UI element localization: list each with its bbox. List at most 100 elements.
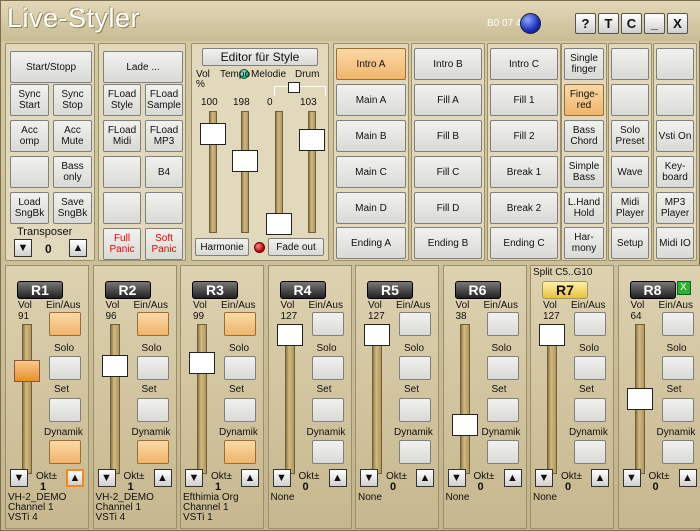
style-button-har-mony[interactable]: Har- mony xyxy=(564,227,604,259)
octave-up-button[interactable]: ▲ xyxy=(241,469,259,487)
file-button-b4[interactable]: B4 xyxy=(145,156,183,188)
style-button-fill-1[interactable]: Fill 1 xyxy=(490,84,558,116)
file-button-blank[interactable] xyxy=(145,192,183,224)
style-button-bass-chord[interactable]: Bass Chord xyxy=(564,120,604,152)
octave-down-button[interactable]: ▼ xyxy=(10,469,28,487)
style-button-main-a[interactable]: Main A xyxy=(336,84,406,116)
file-button-fload-midi[interactable]: FLoad Midi xyxy=(103,120,141,152)
style-button-mp3-player[interactable]: MP3 Player xyxy=(656,192,694,224)
octave-down-button[interactable]: ▼ xyxy=(447,469,466,487)
octave-up-button[interactable]: ▲ xyxy=(503,469,522,487)
channel-name-r5[interactable]: R5 xyxy=(367,281,413,299)
channel-name-r4[interactable]: R4 xyxy=(279,281,326,299)
style-button-main-d[interactable]: Main D xyxy=(336,192,406,224)
style-editor-title[interactable]: Editor für Style xyxy=(202,48,318,66)
control-button-sync-start[interactable]: Sync Start xyxy=(10,84,49,116)
style-button-fill-a[interactable]: Fill A xyxy=(414,84,482,116)
minimize-button[interactable]: _ xyxy=(644,13,665,34)
channel-name-r7[interactable]: R7 xyxy=(542,281,588,299)
set-button[interactable] xyxy=(661,398,694,422)
octave-up-button[interactable]: ▲ xyxy=(591,469,609,487)
dynamik-button[interactable] xyxy=(574,440,606,464)
volume-thumb[interactable] xyxy=(364,324,390,346)
octave-down-button[interactable]: ▼ xyxy=(360,469,378,487)
solo-button[interactable] xyxy=(224,356,256,380)
ein-aus-toggle[interactable] xyxy=(136,312,169,336)
set-button[interactable] xyxy=(311,398,344,422)
octave-down-button[interactable]: ▼ xyxy=(535,469,553,487)
fade-out-button[interactable]: Fade out xyxy=(268,238,324,256)
title-bar[interactable]: Live-Styler B0 07 40 ? T C _ X xyxy=(1,1,700,41)
set-button[interactable] xyxy=(486,398,519,422)
ein-aus-toggle[interactable] xyxy=(574,312,606,336)
solo-button[interactable] xyxy=(661,356,694,380)
style-button-finge-red[interactable]: Finge- red xyxy=(564,84,604,116)
style-button-fill-2[interactable]: Fill 2 xyxy=(490,120,558,152)
channel-name-r8[interactable]: R8 xyxy=(629,281,676,299)
octave-up-button[interactable]: ▲ xyxy=(416,469,434,487)
channel-name-r1[interactable]: R1 xyxy=(17,281,63,299)
volume-track[interactable] xyxy=(109,324,120,474)
ein-aus-toggle[interactable] xyxy=(661,312,694,336)
octave-up-button[interactable]: ▲ xyxy=(328,469,347,487)
file-button-fload-style[interactable]: FLoad Style xyxy=(103,84,141,116)
channel-name-r3[interactable]: R3 xyxy=(192,281,238,299)
style-button-intro-b[interactable]: Intro B xyxy=(414,48,482,80)
channel-name-r6[interactable]: R6 xyxy=(454,281,501,299)
volume-thumb[interactable] xyxy=(276,324,303,346)
file-button-fload-sample[interactable]: FLoad Sample xyxy=(145,84,183,116)
octave-down-button[interactable]: ▼ xyxy=(272,469,291,487)
style-button-main-b[interactable]: Main B xyxy=(336,120,406,152)
solo-button[interactable] xyxy=(311,356,344,380)
file-button-lade[interactable]: Lade ... xyxy=(103,51,183,83)
ein-aus-toggle[interactable] xyxy=(224,312,256,336)
file-button-soft-panic[interactable]: Soft Panic xyxy=(145,228,183,260)
close-button[interactable]: X xyxy=(667,13,688,34)
volume-thumb[interactable] xyxy=(451,413,478,436)
channel-remove-icon[interactable]: X xyxy=(676,281,691,295)
octave-down-button[interactable]: ▼ xyxy=(97,469,116,487)
channel-name-r2[interactable]: R2 xyxy=(104,281,151,299)
control-button-blank[interactable] xyxy=(10,156,49,188)
style-button-vsti-on[interactable]: Vsti On xyxy=(656,120,694,152)
volume-thumb[interactable] xyxy=(189,352,215,375)
control-button-acc-omp[interactable]: Acc omp xyxy=(10,120,49,152)
slider-thumb-vol[interactable] xyxy=(200,123,226,146)
volume-track[interactable] xyxy=(284,324,295,474)
ein-aus-toggle[interactable] xyxy=(311,312,344,336)
octave-up-button[interactable]: ▲ xyxy=(153,469,172,487)
style-button-main-c[interactable]: Main C xyxy=(336,156,406,188)
octave-down-button[interactable]: ▼ xyxy=(622,469,641,487)
volume-track[interactable] xyxy=(22,324,32,474)
style-button-wave[interactable]: Wave xyxy=(611,156,649,188)
dynamik-button[interactable] xyxy=(224,440,256,464)
control-button-save-sngbk[interactable]: Save SngBk xyxy=(53,192,92,224)
style-button-l-hand-hold[interactable]: L.Hand Hold xyxy=(564,192,604,224)
style-button-fill-c[interactable]: Fill C xyxy=(414,156,482,188)
dynamik-button[interactable] xyxy=(311,440,344,464)
file-button-blank[interactable] xyxy=(103,156,141,188)
style-button-ending-a[interactable]: Ending A xyxy=(336,227,406,259)
style-button-single-finger[interactable]: Single finger xyxy=(564,48,604,80)
ein-aus-toggle[interactable] xyxy=(486,312,519,336)
dynamik-button[interactable] xyxy=(49,440,81,464)
drum-toggle[interactable] xyxy=(288,82,300,93)
style-button-ending-b[interactable]: Ending B xyxy=(414,227,482,259)
solo-button[interactable] xyxy=(49,356,81,380)
solo-button[interactable] xyxy=(486,356,519,380)
volume-track[interactable] xyxy=(547,324,557,474)
transpose-up-button[interactable]: ▲ xyxy=(69,239,87,257)
volume-track[interactable] xyxy=(459,324,470,474)
file-button-fload-mp3[interactable]: FLoad MP3 xyxy=(145,120,183,152)
style-button-intro-c[interactable]: Intro C xyxy=(490,48,558,80)
octave-up-button[interactable]: ▲ xyxy=(66,469,84,487)
volume-track[interactable] xyxy=(197,324,207,474)
octave-down-button[interactable]: ▼ xyxy=(185,469,203,487)
style-button-midi-io[interactable]: Midi IO xyxy=(656,227,694,259)
style-button-solo-preset[interactable]: Solo Preset xyxy=(611,120,649,152)
file-button-blank[interactable] xyxy=(103,192,141,224)
ein-aus-toggle[interactable] xyxy=(399,312,431,336)
solo-button[interactable] xyxy=(574,356,606,380)
slider-thumb-tempo[interactable] xyxy=(232,149,258,172)
dynamik-button[interactable] xyxy=(399,440,431,464)
